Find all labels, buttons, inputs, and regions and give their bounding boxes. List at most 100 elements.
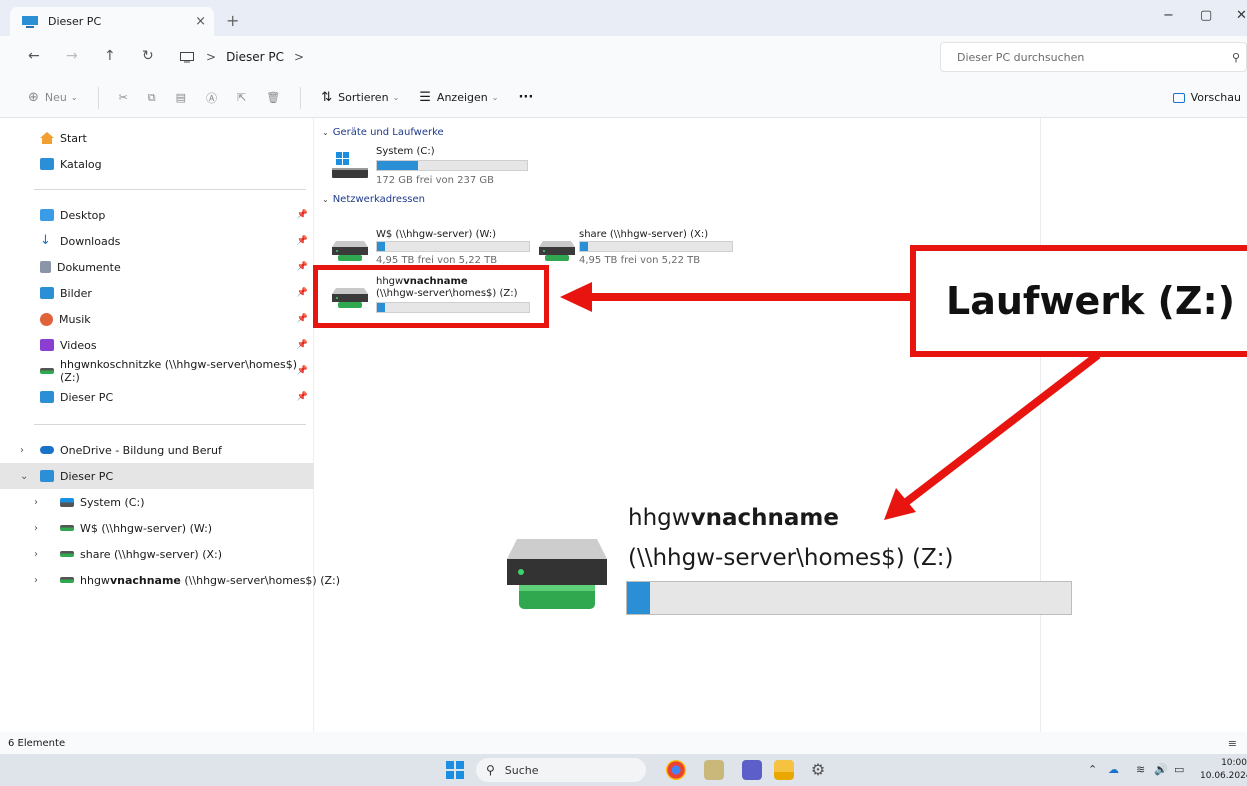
- search-icon: ⚲: [486, 763, 495, 777]
- rename-icon[interactable]: Ⓐ: [206, 90, 217, 106]
- minimize-button[interactable]: −: [1163, 8, 1174, 23]
- status-bar: 6 Elemente ≡: [0, 732, 1247, 754]
- close-button[interactable]: ✕: [1236, 8, 1247, 23]
- pin-icon[interactable]: 📌: [297, 288, 308, 298]
- chevron-right-icon[interactable]: ›: [34, 497, 38, 508]
- share-icon[interactable]: ⇱: [237, 91, 246, 104]
- sidebar-item-label: Dokumente: [57, 260, 121, 274]
- chevron-right-icon[interactable]: ›: [34, 575, 38, 586]
- sidebar-item-drive-z[interactable]: › hhgw vnachname (\\hhgw-server\homes$) (…: [0, 567, 340, 593]
- sidebar-item-musik[interactable]: Musik 📌: [0, 306, 314, 332]
- drive-free-space: 4,95 TB frei von 5,22 TB: [579, 255, 701, 266]
- chevron-right-icon[interactable]: ›: [20, 445, 24, 456]
- sidebar-item-dokumente[interactable]: Dokumente 📌: [0, 254, 314, 280]
- refresh-icon[interactable]: ↻: [142, 48, 154, 64]
- sidebar-item-videos[interactable]: Videos 📌: [0, 332, 314, 358]
- zoom-drive-path: (\\hhgw-server\homes$) (Z:): [628, 545, 954, 571]
- breadcrumb-chevron[interactable]: >: [294, 50, 304, 64]
- tab-close-icon[interactable]: ×: [195, 14, 206, 29]
- network-drive-icon: [60, 577, 74, 583]
- section-title: Geräte und Laufwerke: [332, 127, 444, 138]
- pin-icon[interactable]: 📌: [297, 392, 308, 402]
- pin-icon[interactable]: 📌: [297, 314, 308, 324]
- search-input[interactable]: Dieser PC durchsuchen ⚲: [940, 42, 1247, 72]
- forward-arrow-icon[interactable]: →: [66, 48, 78, 64]
- chevron-down-icon: ⌄: [322, 195, 329, 204]
- teams-icon[interactable]: [742, 760, 762, 780]
- pin-icon[interactable]: 📌: [297, 366, 308, 376]
- sidebar-item-system-c[interactable]: › System (C:): [0, 489, 314, 515]
- file-explorer-icon[interactable]: [774, 760, 794, 780]
- copy-icon[interactable]: ⧉: [148, 91, 156, 105]
- section-header-drives[interactable]: ⌄ Geräte und Laufwerke: [322, 127, 444, 138]
- address-bar[interactable]: > Dieser PC >: [180, 42, 930, 72]
- paste-icon[interactable]: ▤: [176, 91, 186, 104]
- chevron-right-icon[interactable]: ›: [34, 523, 38, 534]
- chevron-right-icon[interactable]: ›: [34, 549, 38, 560]
- chrome-icon[interactable]: [666, 760, 686, 780]
- search-icon: ⚲: [1231, 51, 1240, 64]
- sidebar-item-network-drive-z[interactable]: hhgwnkoschnitzke (\\hhgw-server\homes$) …: [0, 358, 314, 384]
- sidebar-item-downloads[interactable]: ↓ Downloads 📌: [0, 228, 314, 254]
- clock[interactable]: 10:00 10.06.2024: [1200, 757, 1247, 783]
- tab-dieser-pc[interactable]: Dieser PC ×: [10, 7, 214, 36]
- chevron-down-icon[interactable]: ⌄: [20, 471, 28, 482]
- pin-icon[interactable]: 📌: [297, 236, 308, 246]
- sidebar-item-bilder[interactable]: Bilder 📌: [0, 280, 314, 306]
- chevron-down-icon: ⌄: [70, 93, 78, 102]
- sidebar-item-onedrive[interactable]: › OneDrive - Bildung und Beruf: [0, 437, 314, 463]
- pin-icon[interactable]: 📌: [297, 262, 308, 272]
- settings-gear-icon[interactable]: ⚙: [808, 760, 828, 780]
- pin-icon[interactable]: 📌: [297, 210, 308, 220]
- desktop-icon: [40, 209, 54, 221]
- battery-icon[interactable]: ▭: [1174, 763, 1184, 776]
- wifi-icon[interactable]: ≋: [1136, 763, 1145, 776]
- section-title: Netzwerkadressen: [332, 194, 425, 205]
- toolbar-divider: [300, 86, 302, 109]
- sidebar-item-katalog[interactable]: Katalog: [0, 151, 314, 177]
- breadcrumb-location[interactable]: Dieser PC: [226, 50, 284, 64]
- sidebar-item-drive-w[interactable]: › W$ (\\hhgw-server) (W:): [0, 515, 314, 541]
- sidebar-item-dieser-pc-pinned[interactable]: Dieser PC 📌: [0, 384, 314, 410]
- sidebar-item-label: OneDrive - Bildung und Beruf: [60, 443, 222, 457]
- sidebar-item-start[interactable]: Start: [0, 125, 314, 151]
- up-arrow-icon[interactable]: ↑: [104, 48, 116, 64]
- drive-system-c[interactable]: System (C:) 172 GB frei von 237 GB: [332, 146, 552, 190]
- pin-icon[interactable]: 📌: [297, 340, 308, 350]
- section-header-network[interactable]: ⌄ Netzwerkadressen: [322, 194, 425, 205]
- drive-x[interactable]: share (\\hhgw-server) (X:) 4,95 TB frei …: [539, 229, 739, 273]
- maximize-button[interactable]: ▢: [1200, 8, 1212, 23]
- sidebar-item-desktop[interactable]: Desktop 📌: [0, 202, 314, 228]
- volume-icon[interactable]: 🔊: [1154, 763, 1168, 776]
- more-options-button[interactable]: ···: [518, 90, 533, 105]
- zoom-inset: hhgwvnachname (\\hhgw-server\homes$) (Z:…: [505, 505, 1075, 625]
- cut-icon[interactable]: ✂: [119, 91, 128, 104]
- delete-icon[interactable]: 🗑: [266, 91, 280, 104]
- taskbar-search[interactable]: ⚲ Suche: [476, 758, 646, 782]
- preview-button[interactable]: Vorschau: [1172, 91, 1241, 104]
- details-view-icon[interactable]: ≡: [1228, 737, 1237, 750]
- zoom-name-prefix: hhgw: [628, 505, 691, 531]
- sidebar-divider: [34, 189, 306, 190]
- sort-label: Sortieren: [338, 91, 389, 104]
- view-button[interactable]: ☰ Anzeigen ⌄: [419, 90, 498, 105]
- monitor-icon: [180, 51, 194, 62]
- windows-start-icon[interactable]: [446, 761, 464, 779]
- sidebar-item-dieser-pc[interactable]: ⌄ Dieser PC: [0, 463, 314, 489]
- tray-chevron-up-icon[interactable]: ⌃: [1088, 763, 1097, 776]
- plus-circle-icon: ⊕: [28, 90, 39, 105]
- video-icon: [40, 339, 54, 351]
- network-drive-icon: [60, 551, 74, 557]
- zoom-usage-bar: [626, 581, 1072, 615]
- onedrive-tray-icon[interactable]: ☁: [1108, 763, 1119, 776]
- sidebar-item-label: Start: [60, 131, 87, 145]
- tab-title: Dieser PC: [48, 15, 102, 28]
- new-tab-button[interactable]: +: [226, 11, 239, 30]
- sidebar-item-drive-x[interactable]: › share (\\hhgw-server) (X:): [0, 541, 314, 567]
- sidebar-item-label: W$ (\\hhgw-server) (W:): [80, 521, 213, 535]
- back-arrow-icon[interactable]: ←: [28, 48, 40, 64]
- pdf-app-icon[interactable]: [704, 760, 724, 780]
- new-button[interactable]: ⊕ Neu ⌄: [28, 90, 78, 105]
- pictures-icon: [40, 287, 54, 299]
- sort-button[interactable]: ⇅ Sortieren ⌄: [321, 90, 399, 105]
